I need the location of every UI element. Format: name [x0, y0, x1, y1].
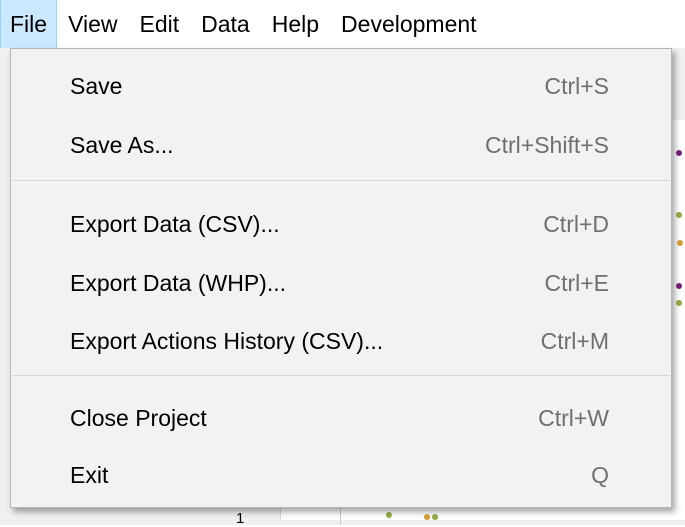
menu-item-save-as[interactable]: Save As... Ctrl+Shift+S: [11, 117, 671, 173]
plot-point: [676, 212, 682, 218]
menu-item-shortcut: Ctrl+E: [544, 269, 609, 296]
file-menu-dropdown: Save Ctrl+S Save As... Ctrl+Shift+S Expo…: [10, 48, 672, 508]
menu-item-close-project[interactable]: Close Project Ctrl+W: [11, 390, 671, 446]
menu-item-label: Exit: [70, 461, 109, 488]
plot-point: [677, 240, 683, 246]
menu-item-exit[interactable]: Exit Q: [11, 447, 671, 503]
menu-view[interactable]: View: [57, 0, 128, 48]
plot-point: [386, 512, 392, 518]
menu-item-label: Export Actions History (CSV)...: [70, 327, 384, 354]
plot-point: [676, 283, 682, 289]
plot-point: [424, 514, 430, 520]
menu-data[interactable]: Data: [190, 0, 261, 48]
menu-help[interactable]: Help: [261, 0, 330, 48]
plot-point: [432, 514, 438, 520]
menu-file[interactable]: File: [0, 0, 58, 48]
menubar: File View Edit Data Help Development: [0, 0, 685, 48]
axis-tick-label: 1: [236, 510, 245, 527]
menu-item-shortcut: Ctrl+S: [544, 72, 609, 99]
menu-edit[interactable]: Edit: [129, 0, 191, 48]
menu-item-shortcut: Q: [591, 461, 609, 488]
menu-item-shortcut: Ctrl+W: [538, 404, 609, 431]
plot-point: [676, 150, 682, 156]
menu-item-save[interactable]: Save Ctrl+S: [11, 58, 671, 114]
menu-item-export-csv[interactable]: Export Data (CSV)... Ctrl+D: [11, 196, 671, 252]
menu-item-export-actions-history[interactable]: Export Actions History (CSV)... Ctrl+M: [11, 313, 671, 369]
menu-item-shortcut: Ctrl+M: [540, 327, 609, 354]
menu-item-export-whp[interactable]: Export Data (WHP)... Ctrl+E: [11, 255, 671, 311]
menu-separator: [12, 180, 670, 181]
plot-point: [676, 300, 682, 306]
menu-item-label: Export Data (WHP)...: [70, 269, 286, 296]
menu-separator: [12, 375, 670, 376]
menu-development[interactable]: Development: [330, 0, 488, 48]
menu-item-shortcut: Ctrl+D: [543, 210, 609, 237]
menu-item-shortcut: Ctrl+Shift+S: [485, 131, 609, 158]
menu-item-label: Save As...: [70, 131, 174, 158]
menu-item-label: Save: [70, 72, 123, 99]
menu-item-label: Close Project: [70, 404, 207, 431]
menu-item-label: Export Data (CSV)...: [70, 210, 280, 237]
